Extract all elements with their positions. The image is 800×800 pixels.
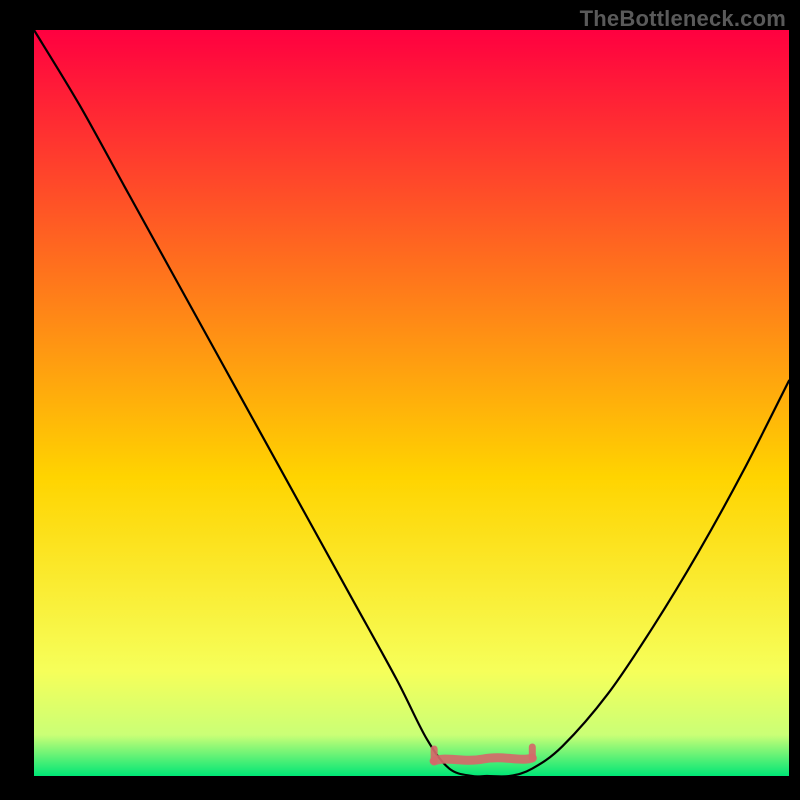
watermark-label: TheBottleneck.com bbox=[580, 6, 786, 32]
chart-background bbox=[34, 30, 789, 776]
bottleneck-chart bbox=[0, 0, 800, 800]
optimal-band bbox=[434, 758, 532, 761]
chart-frame: TheBottleneck.com bbox=[0, 0, 800, 800]
